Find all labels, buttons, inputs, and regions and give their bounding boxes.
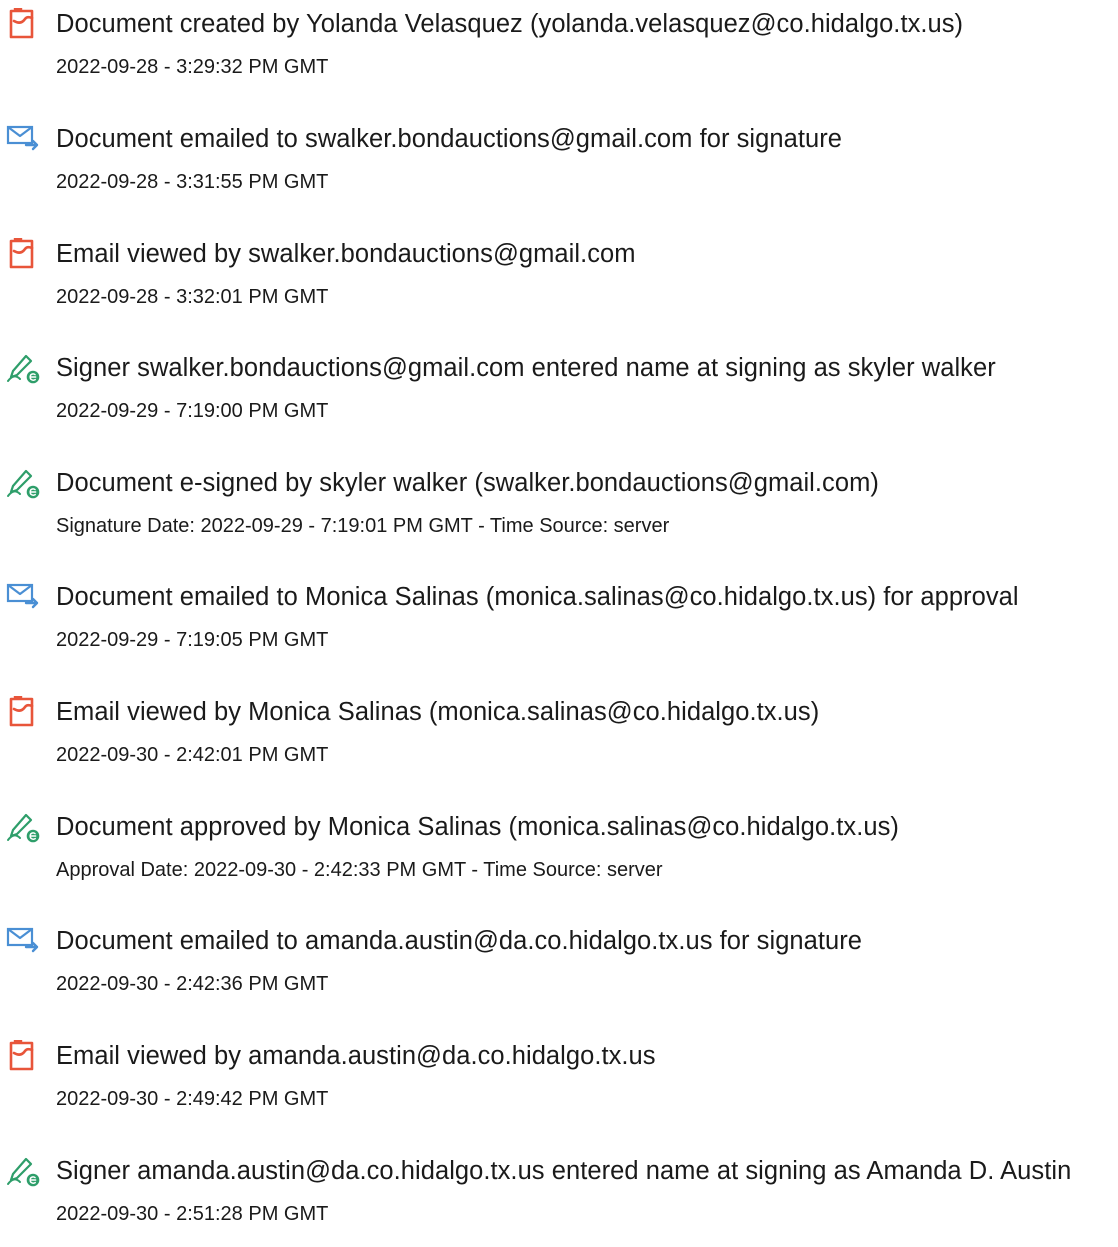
event-title: Document emailed to amanda.austin@da.co.… (56, 927, 863, 955)
document-created-icon (6, 8, 40, 40)
signature-pen-icon (6, 811, 40, 843)
event-timestamp: 2022-09-28 - 3:32:01 PM GMT (56, 286, 329, 308)
event-timestamp: 2022-09-29 - 7:19:00 PM GMT (56, 400, 329, 422)
event-timestamp: 2022-09-30 - 2:51:28 PM GMT (56, 1203, 329, 1225)
audit-event: Document approved by Monica Salinas (mon… (0, 803, 1118, 903)
event-title: Email viewed by Monica Salinas (monica.s… (56, 698, 820, 726)
email-sent-icon (6, 581, 40, 613)
event-timestamp: 2022-09-29 - 7:19:05 PM GMT (56, 629, 329, 651)
signature-pen-icon (6, 1155, 40, 1187)
event-title: Email viewed by amanda.austin@da.co.hida… (56, 1042, 656, 1070)
event-title: Document emailed to Monica Salinas (moni… (56, 583, 1019, 611)
audit-event: Document e-signed by skyler walker (swal… (0, 459, 1118, 559)
event-timestamp: 2022-09-28 - 3:29:32 PM GMT (56, 56, 329, 78)
event-title: Document emailed to swalker.bondauctions… (56, 125, 842, 153)
document-viewed-icon (6, 1040, 40, 1072)
event-title: Document created by Yolanda Velasquez (y… (56, 10, 964, 38)
event-approval-date: Approval Date: 2022-09-30 - 2:42:33 PM G… (56, 859, 663, 881)
event-title: Signer swalker.bondauctions@gmail.com en… (56, 354, 996, 382)
signature-pen-icon (6, 467, 40, 499)
signature-pen-icon (6, 352, 40, 384)
event-timestamp: 2022-09-28 - 3:31:55 PM GMT (56, 171, 329, 193)
audit-event: Document emailed to Monica Salinas (moni… (0, 573, 1118, 673)
document-viewed-icon (6, 696, 40, 728)
audit-event: Email viewed by Monica Salinas (monica.s… (0, 688, 1118, 788)
email-sent-icon (6, 123, 40, 155)
email-sent-icon (6, 925, 40, 957)
audit-event: Signer swalker.bondauctions@gmail.com en… (0, 344, 1118, 444)
event-title: Signer amanda.austin@da.co.hidalgo.tx.us… (56, 1157, 1072, 1185)
audit-event: Signer amanda.austin@da.co.hidalgo.tx.us… (0, 1147, 1118, 1247)
event-title: Email viewed by swalker.bondauctions@gma… (56, 240, 636, 268)
event-timestamp: 2022-09-30 - 2:42:01 PM GMT (56, 744, 329, 766)
audit-event: Document emailed to amanda.austin@da.co.… (0, 917, 1118, 1017)
event-title: Document approved by Monica Salinas (mon… (56, 813, 899, 841)
event-timestamp: 2022-09-30 - 2:42:36 PM GMT (56, 973, 329, 995)
audit-event: Email viewed by amanda.austin@da.co.hida… (0, 1032, 1118, 1132)
document-viewed-icon (6, 238, 40, 270)
event-timestamp: 2022-09-30 - 2:49:42 PM GMT (56, 1088, 329, 1110)
event-signature-date: Signature Date: 2022-09-29 - 7:19:01 PM … (56, 515, 670, 537)
event-title: Document e-signed by skyler walker (swal… (56, 469, 879, 497)
audit-event: Document created by Yolanda Velasquez (y… (0, 0, 1118, 100)
audit-event: Document emailed to swalker.bondauctions… (0, 115, 1118, 215)
audit-event: Email viewed by swalker.bondauctions@gma… (0, 230, 1118, 330)
